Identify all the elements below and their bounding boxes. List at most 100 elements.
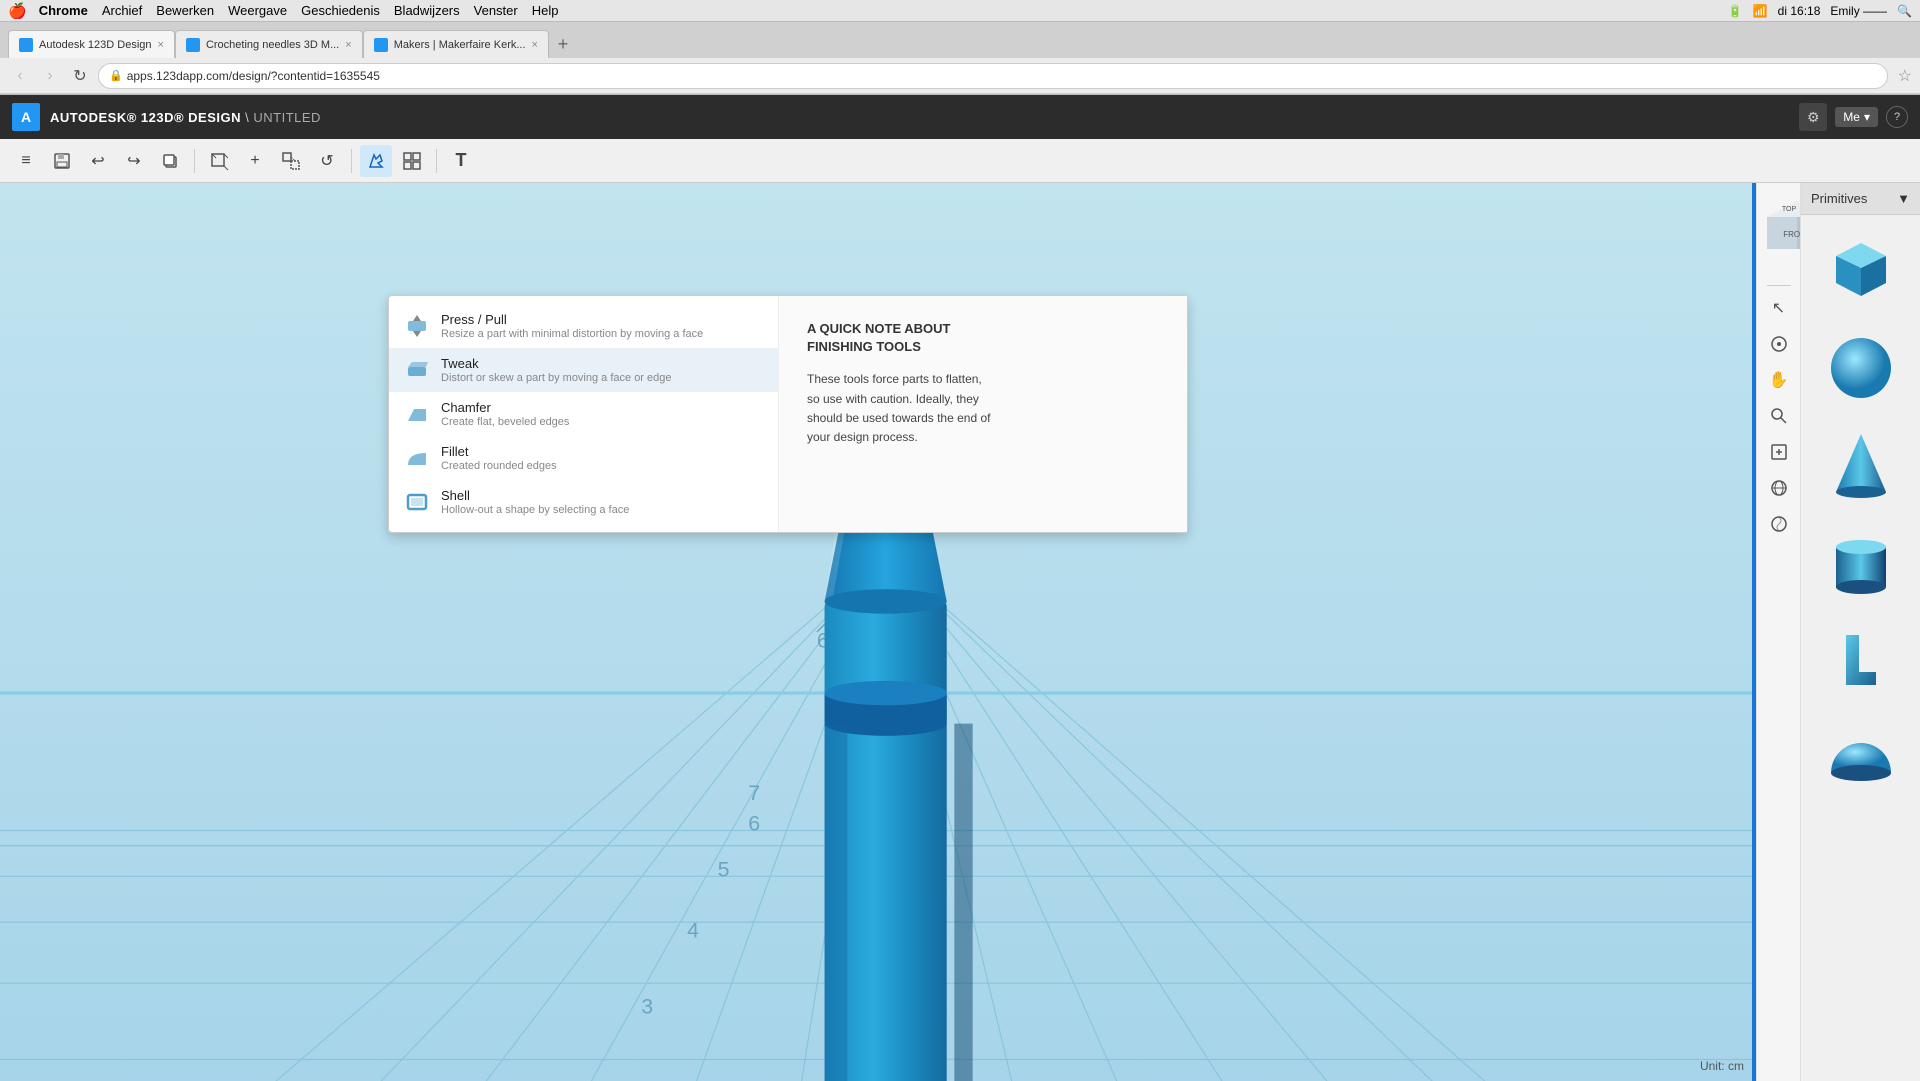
address-text: apps.123dapp.com/design/?contentid=16355… — [127, 69, 380, 83]
modify-dropdown: Press / Pull Resize a part with minimal … — [388, 295, 1188, 533]
header-right: ⚙ Me ▾ ? — [1799, 103, 1908, 131]
press-pull-text: Press / Pull Resize a part with minimal … — [441, 312, 703, 340]
menu-bewerken[interactable]: Bewerken — [156, 3, 214, 18]
tab-favicon-autodesk — [19, 38, 33, 52]
primitives-button[interactable] — [203, 145, 235, 177]
material-button[interactable] — [1763, 508, 1795, 540]
app-logo: A — [12, 103, 40, 131]
apple-logo[interactable]: 🍎 — [8, 2, 27, 20]
back-button[interactable]: ‹ — [8, 64, 32, 88]
browser-chrome: Autodesk 123D Design × Crocheting needle… — [0, 22, 1920, 95]
dropdown-info: A QUICK NOTE ABOUTFINISHING TOOLS These … — [779, 296, 1187, 532]
svg-text:5: 5 — [718, 857, 730, 881]
redo-button[interactable]: ↪ — [118, 145, 150, 177]
dropdown-options: Press / Pull Resize a part with minimal … — [389, 296, 779, 532]
select-tool-button[interactable]: ↖ — [1763, 292, 1795, 324]
clock: di 16:18 — [1778, 4, 1821, 18]
tab-label-crocheting: Crocheting needles 3D M... — [206, 39, 339, 51]
menu-archief[interactable]: Archief — [102, 3, 142, 18]
shell-text: Shell Hollow-out a shape by selecting a … — [441, 488, 629, 516]
transform-button[interactable] — [275, 145, 307, 177]
shell-desc: Hollow-out a shape by selecting a face — [441, 504, 629, 516]
fit-button[interactable] — [1763, 436, 1795, 468]
reload-button[interactable]: ↻ — [68, 64, 92, 88]
chamfer-desc: Create flat, beveled edges — [441, 416, 569, 428]
copy-button[interactable] — [154, 145, 186, 177]
shell-title: Shell — [441, 488, 629, 503]
fillet-icon — [403, 444, 431, 472]
save-button[interactable] — [46, 145, 78, 177]
fillet-option[interactable]: Fillet Created rounded edges — [389, 436, 778, 480]
text-button[interactable]: T — [445, 145, 477, 177]
primitive-cylinder[interactable] — [1816, 517, 1906, 607]
tweak-title: Tweak — [441, 356, 672, 371]
fillet-text: Fillet Created rounded edges — [441, 444, 557, 472]
viewport[interactable]: Press / Pull Resize a part with minimal … — [0, 183, 1756, 1081]
right-toolbar: FRONT RIGHT TOP ↖ ✋ — [1756, 183, 1800, 1081]
address-bar[interactable]: 🔒 apps.123dapp.com/design/?contentid=163… — [98, 63, 1888, 89]
forward-button[interactable]: › — [38, 64, 62, 88]
shell-icon — [403, 488, 431, 516]
app-title-project: UNTITLED — [253, 110, 321, 125]
tab-close-makers[interactable]: × — [532, 39, 538, 51]
tab-makers[interactable]: Makers | Makerfaire Kerk... × — [363, 30, 549, 58]
blue-accent-bar — [1752, 183, 1756, 1081]
fillet-title: Fillet — [441, 444, 557, 459]
app-title: AUTODESK® 123D® DESIGN \ UNTITLED — [50, 110, 321, 125]
pan-button[interactable]: ✋ — [1763, 364, 1795, 396]
press-pull-option[interactable]: Press / Pull Resize a part with minimal … — [389, 304, 778, 348]
tab-close-crocheting[interactable]: × — [345, 39, 351, 51]
snap-button[interactable] — [396, 145, 428, 177]
primitives-expand-icon[interactable]: ▼ — [1897, 191, 1910, 206]
primitive-torus[interactable] — [1816, 615, 1906, 705]
svg-text:3: 3 — [641, 995, 653, 1019]
primitive-hemisphere[interactable] — [1816, 713, 1906, 803]
add-button[interactable]: + — [239, 145, 271, 177]
me-label: Me — [1843, 110, 1860, 124]
primitive-sphere[interactable] — [1816, 321, 1906, 411]
app-container: A AUTODESK® 123D® DESIGN \ UNTITLED ⚙ Me… — [0, 95, 1920, 1081]
tab-label-autodesk: Autodesk 123D Design — [39, 39, 152, 51]
help-button[interactable]: ? — [1886, 106, 1908, 128]
menu-chrome[interactable]: Chrome — [39, 3, 88, 18]
orbit-button[interactable] — [1763, 328, 1795, 360]
zoom-button[interactable] — [1763, 400, 1795, 432]
menu-venster[interactable]: Venster — [474, 3, 518, 18]
settings-button[interactable]: ⚙ — [1799, 103, 1827, 131]
menu-weergave[interactable]: Weergave — [228, 3, 287, 18]
primitives-title: Primitives — [1811, 191, 1867, 206]
chamfer-text: Chamfer Create flat, beveled edges — [441, 400, 569, 428]
menu-button[interactable]: ≡ — [10, 145, 42, 177]
primitive-cone[interactable] — [1816, 419, 1906, 509]
tab-autodesk[interactable]: Autodesk 123D Design × — [8, 30, 175, 58]
press-pull-desc: Resize a part with minimal distortion by… — [441, 328, 703, 340]
lock-icon: 🔒 — [109, 69, 123, 82]
primitives-header: Primitives ▼ — [1801, 183, 1920, 215]
views-button[interactable] — [1763, 472, 1795, 504]
tab-label-makers: Makers | Makerfaire Kerk... — [394, 39, 526, 51]
search-icon[interactable]: 🔍 — [1897, 4, 1912, 18]
me-button[interactable]: Me ▾ — [1835, 107, 1878, 127]
tab-close-autodesk[interactable]: × — [158, 39, 164, 51]
bookmark-star[interactable]: ☆ — [1898, 66, 1912, 86]
chamfer-title: Chamfer — [441, 400, 569, 415]
svg-text:4: 4 — [687, 918, 699, 942]
tweak-option[interactable]: Tweak Distort or skew a part by moving a… — [389, 348, 778, 392]
shell-option[interactable]: Shell Hollow-out a shape by selecting a … — [389, 480, 778, 524]
chamfer-option[interactable]: Chamfer Create flat, beveled edges — [389, 392, 778, 436]
svg-text:6: 6 — [748, 812, 760, 836]
menu-help[interactable]: Help — [532, 3, 559, 18]
menu-bladwijzers[interactable]: Bladwijzers — [394, 3, 460, 18]
wifi-icon: 📶 — [1753, 4, 1768, 18]
tab-favicon-crocheting — [186, 38, 200, 52]
undo-button[interactable]: ↩ — [82, 145, 114, 177]
nav-bar: ‹ › ↻ 🔒 apps.123dapp.com/design/?content… — [0, 58, 1920, 94]
refresh-button[interactable]: ↺ — [311, 145, 343, 177]
modify-button[interactable] — [360, 145, 392, 177]
tab-crocheting[interactable]: Crocheting needles 3D M... × — [175, 30, 363, 58]
me-chevron: ▾ — [1864, 110, 1870, 124]
chamfer-icon — [403, 400, 431, 428]
menu-geschiedenis[interactable]: Geschiedenis — [301, 3, 380, 18]
primitive-box[interactable] — [1816, 223, 1906, 313]
new-tab-button[interactable]: + — [549, 30, 577, 58]
